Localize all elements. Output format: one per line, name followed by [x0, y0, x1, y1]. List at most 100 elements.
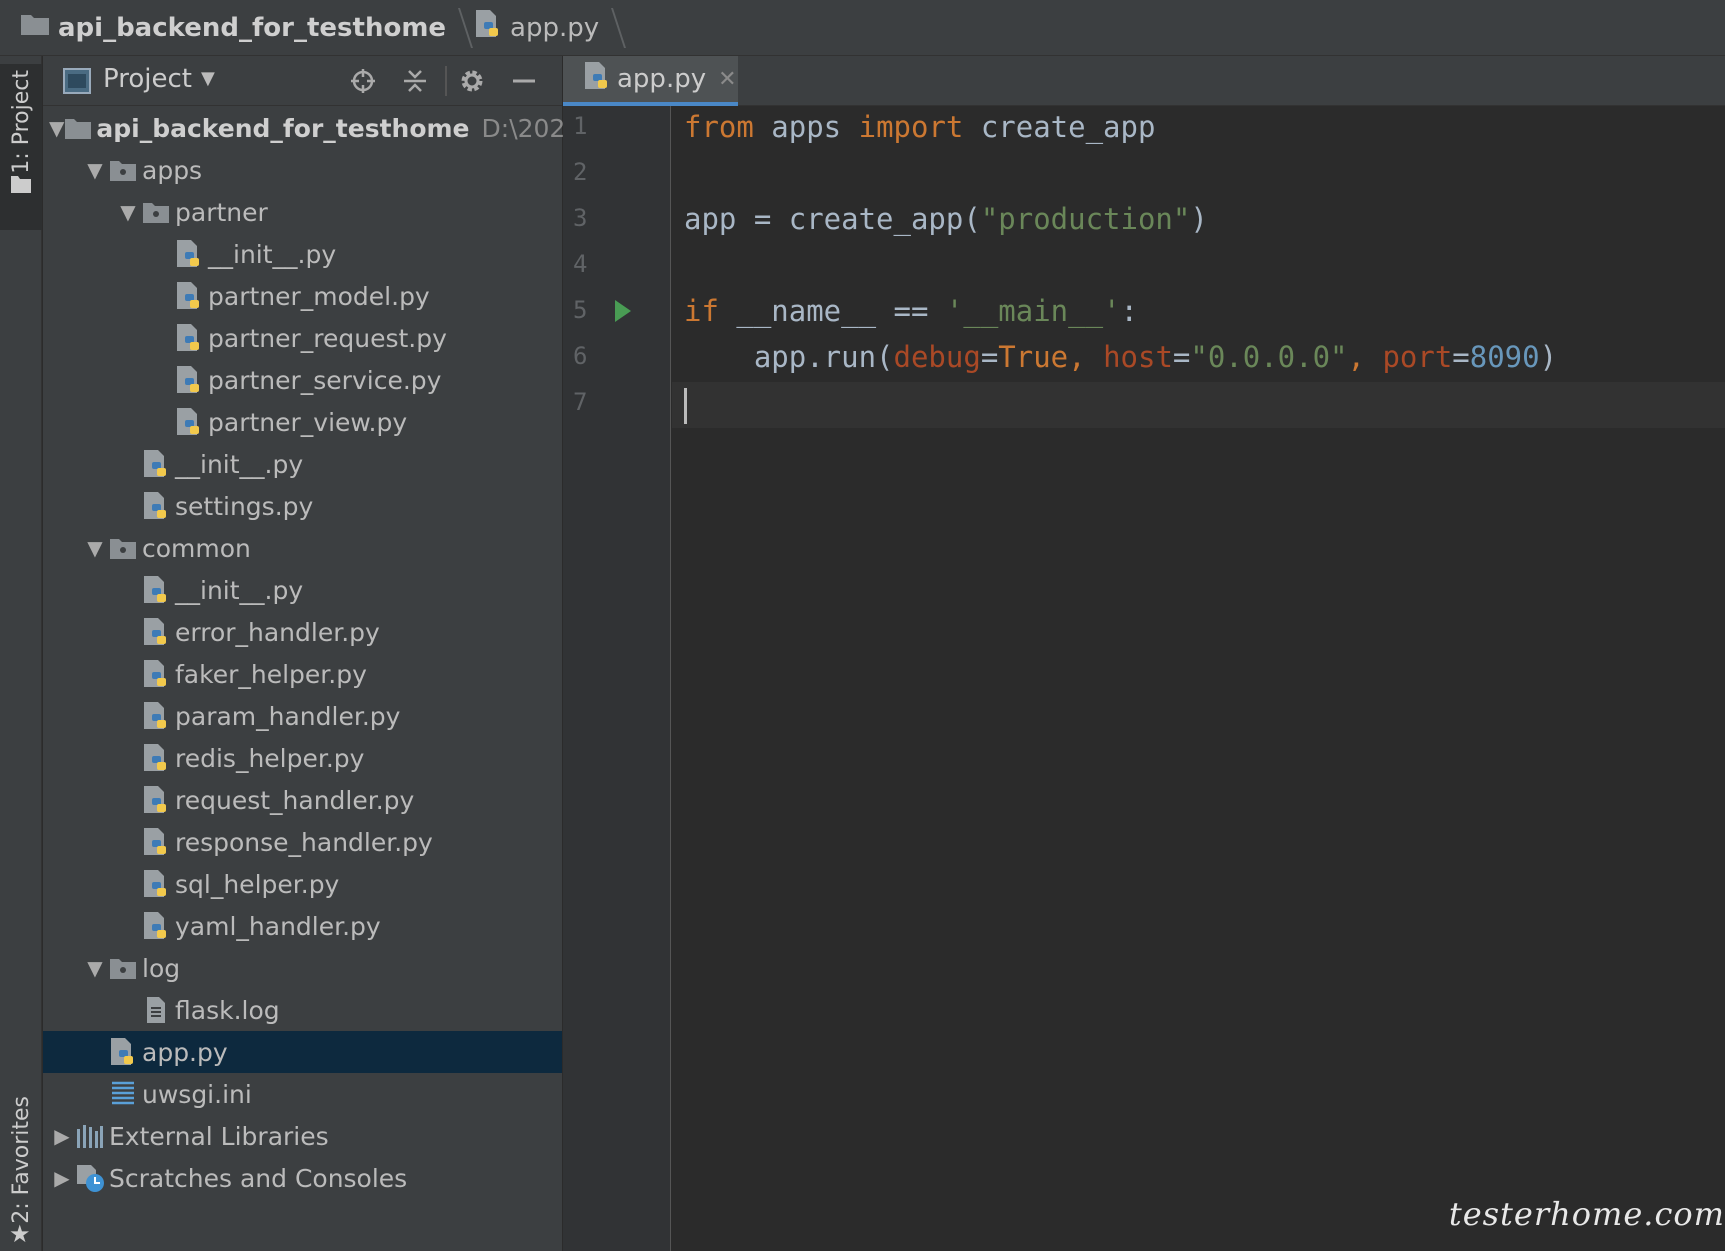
tree-item[interactable]: sql_helper.py — [43, 863, 562, 905]
python-file-icon — [141, 659, 171, 689]
folder-icon — [64, 113, 92, 143]
line-number: 3 — [573, 204, 588, 232]
collapse-arrow-icon[interactable]: ▶ — [49, 1124, 75, 1148]
project-panel: Project ▼ ▼ api_backend_for_testhome D:\20… — [43, 56, 590, 1251]
tree-item[interactable]: __init__.py — [43, 443, 562, 485]
tree-item-label: uwsgi.ini — [142, 1079, 252, 1109]
run-icon[interactable] — [613, 298, 633, 328]
tree-item[interactable]: ▼ partner — [43, 191, 562, 233]
python-file-icon — [174, 407, 204, 437]
left-tool-stripe: 1: Project 2: Favorites ★ — [0, 56, 42, 1251]
editor-tab-bar: app.py ✕ — [563, 56, 1725, 106]
tree-item[interactable]: redis_helper.py — [43, 737, 562, 779]
tree-item-label: partner_view.py — [208, 407, 408, 437]
tree-item[interactable]: __init__.py — [43, 569, 562, 611]
code-token: , — [1347, 340, 1383, 374]
tree-item[interactable]: ▼ log — [43, 947, 562, 989]
tree-item[interactable]: yaml_handler.py — [43, 905, 562, 947]
expand-arrow-icon[interactable]: ▼ — [82, 536, 108, 560]
tree-item-label: partner — [175, 197, 268, 227]
python-file-icon — [141, 617, 171, 647]
python-file-icon — [174, 323, 204, 353]
python-file-icon — [141, 785, 171, 815]
tree-item-label: api_backend_for_testhome — [96, 113, 470, 143]
tree-item-label: apps — [142, 155, 203, 185]
favorites-tool-tab[interactable]: 2: Favorites ★ — [0, 1086, 42, 1251]
code-token: ) — [1190, 202, 1208, 236]
tree-item-label: faker_helper.py — [175, 659, 367, 689]
tree-item-label: yaml_handler.py — [175, 911, 381, 941]
tree-item-label: redis_helper.py — [175, 743, 365, 773]
folder-icon — [20, 12, 50, 43]
line-number: 1 — [573, 112, 588, 140]
project-tool-tab[interactable]: 1: Project — [0, 64, 42, 230]
package-folder-icon — [108, 533, 138, 563]
expand-arrow-icon[interactable]: ▼ — [49, 116, 64, 140]
collapse-all-icon[interactable] — [400, 66, 430, 96]
code-line: app = create_app("production") — [684, 202, 1208, 236]
python-file-icon — [141, 449, 171, 479]
code-token: host — [1103, 340, 1173, 374]
tree-item[interactable]: partner_request.py — [43, 317, 562, 359]
expand-arrow-icon[interactable]: ▼ — [115, 200, 141, 224]
code-token: app = create_app( — [684, 202, 981, 236]
tab-app-py[interactable]: app.py ✕ — [563, 56, 738, 106]
close-icon[interactable]: ✕ — [718, 67, 736, 92]
editor-gutter: 1 2 3 4 5 6 7 — [563, 106, 671, 1251]
tree-item-label: app.py — [142, 1037, 228, 1067]
project-view-icon — [63, 68, 91, 101]
tree-item[interactable]: faker_helper.py — [43, 653, 562, 695]
favorites-tab-label: 2: Favorites — [9, 1096, 34, 1224]
tree-item[interactable]: partner_service.py — [43, 359, 562, 401]
code-token: if — [684, 294, 719, 328]
tree-item[interactable]: app.py — [43, 1031, 562, 1073]
collapse-arrow-icon[interactable]: ▶ — [49, 1166, 75, 1190]
python-file-icon — [141, 743, 171, 773]
navigation-bar: api_backend_for_testhome app.py — [0, 0, 1725, 56]
tree-item[interactable]: error_handler.py — [43, 611, 562, 653]
tree-item-label: request_handler.py — [175, 785, 415, 815]
line-number: 2 — [573, 158, 588, 186]
code-editor[interactable]: from apps import create_app app = create_… — [672, 106, 1725, 1251]
tree-item[interactable]: response_handler.py — [43, 821, 562, 863]
python-file-icon — [141, 827, 171, 857]
gear-icon[interactable] — [457, 66, 487, 96]
tree-item[interactable]: ▼ api_backend_for_testhome D:\2024\ — [43, 107, 590, 149]
tree-item[interactable]: flask.log — [43, 989, 562, 1031]
tree-item[interactable]: ▼ common — [43, 527, 562, 569]
current-line-highlight — [672, 382, 1725, 428]
expand-arrow-icon[interactable]: ▼ — [82, 956, 108, 980]
tree-item[interactable]: partner_view.py — [43, 401, 562, 443]
code-token: "0.0.0.0" — [1190, 340, 1348, 374]
tree-item[interactable]: request_handler.py — [43, 779, 562, 821]
tree-item-label: settings.py — [175, 491, 314, 521]
code-token: apps — [753, 110, 859, 144]
tree-item[interactable]: partner_model.py — [43, 275, 562, 317]
tree-item[interactable]: ▶ Scratches and Consoles — [43, 1157, 562, 1199]
project-view-selector[interactable]: Project — [103, 64, 192, 94]
line-number: 5 — [573, 296, 588, 324]
locate-icon[interactable] — [348, 66, 378, 96]
expand-arrow-icon[interactable]: ▼ — [82, 158, 108, 182]
tree-item[interactable]: uwsgi.ini — [43, 1073, 562, 1115]
text-caret — [684, 388, 687, 424]
line-number: 7 — [573, 388, 588, 416]
chevron-down-icon[interactable]: ▼ — [201, 68, 215, 89]
breadcrumb-project[interactable]: api_backend_for_testhome — [20, 0, 460, 56]
tree-item[interactable]: ▼ apps — [43, 149, 562, 191]
tree-item-label: param_handler.py — [175, 701, 401, 731]
tree-item[interactable]: ▶ External Libraries — [43, 1115, 562, 1157]
tree-item[interactable]: __init__.py — [43, 233, 562, 275]
python-file-icon — [174, 281, 204, 311]
breadcrumb-file[interactable]: app.py — [474, 0, 613, 56]
python-file-icon — [174, 365, 204, 395]
tree-item[interactable]: settings.py — [43, 485, 562, 527]
package-folder-icon — [141, 197, 171, 227]
scratches-icon — [75, 1163, 105, 1193]
code-token: "production" — [980, 202, 1191, 236]
python-file-icon — [141, 911, 171, 941]
tree-item[interactable]: param_handler.py — [43, 695, 562, 737]
star-icon: ★ — [9, 1220, 31, 1248]
code-token: True — [998, 340, 1069, 374]
minimize-icon[interactable] — [509, 66, 539, 96]
